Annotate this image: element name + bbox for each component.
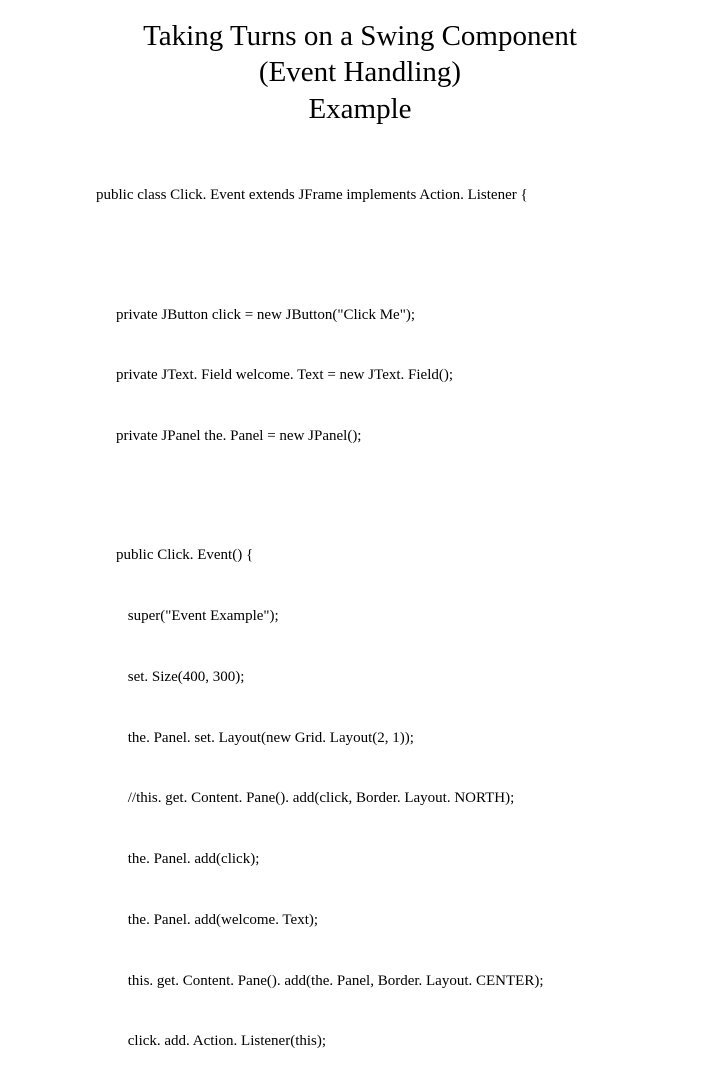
code-line: private JPanel the. Panel = new JPanel()… <box>96 426 720 446</box>
code-line: the. Panel. add(welcome. Text); <box>96 910 720 930</box>
code-line: //this. get. Content. Pane(). add(click,… <box>96 788 720 808</box>
code-line: public class Click. Event extends JFrame… <box>96 185 720 205</box>
title-line-1: Taking Turns on a Swing Component <box>143 20 577 52</box>
code-line: set. Size(400, 300); <box>96 667 720 687</box>
code-line: click. add. Action. Listener(this); <box>96 1031 720 1051</box>
code-line: the. Panel. set. Layout(new Grid. Layout… <box>96 728 720 748</box>
code-line: public Click. Event() { <box>96 545 720 565</box>
blank-line <box>96 487 720 505</box>
code-line: the. Panel. add(click); <box>96 849 720 869</box>
code-line: this. get. Content. Pane(). add(the. Pan… <box>96 971 720 991</box>
slide: Taking Turns on a Swing Component (Event… <box>0 0 720 540</box>
code-line: private JText. Field welcome. Text = new… <box>96 365 720 385</box>
code-line: private JButton click = new JButton("Cli… <box>96 305 720 325</box>
slide-title: Taking Turns on a Swing Component (Event… <box>0 18 720 127</box>
code-block: public class Click. Event extends JFrame… <box>96 145 720 1080</box>
code-line: super("Event Example"); <box>96 606 720 626</box>
blank-line <box>96 246 720 264</box>
title-line-3: Example <box>308 93 411 125</box>
title-line-2: (Event Handling) <box>259 56 461 88</box>
